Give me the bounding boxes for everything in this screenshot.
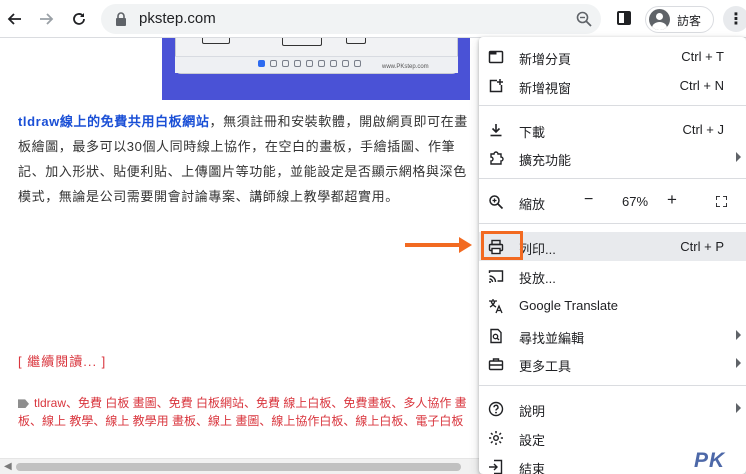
menu-item-downloads[interactable]: 下載 Ctrl + J (479, 115, 746, 144)
zoom-level: 67% (622, 194, 649, 209)
menu-item-label: 說明 (519, 404, 546, 419)
lock-icon[interactable] (113, 11, 129, 27)
annotation-arrow (405, 243, 463, 247)
thumbnail-shape (202, 38, 230, 44)
zoom-icon (489, 195, 504, 210)
menu-item-new-window[interactable]: 新增視窗 Ctrl + N (479, 71, 746, 100)
thumbnail-tool-icon (258, 60, 265, 67)
submenu-arrow-icon (736, 358, 741, 368)
menu-divider (479, 105, 746, 106)
pk-watermark-logo: PK (694, 449, 726, 472)
help-icon (488, 401, 504, 417)
reload-icon[interactable] (67, 7, 91, 31)
find-page-icon (490, 328, 502, 344)
menu-item-settings[interactable]: 設定 (479, 423, 746, 452)
menu-divider (479, 223, 746, 224)
menu-item-extensions[interactable]: 擴充功能 (479, 143, 746, 172)
thumbnail-watermark: www.PKstep.com (382, 64, 429, 70)
new-tab-icon (488, 50, 504, 64)
menu-item-shortcut: Ctrl + P (680, 239, 724, 254)
menu-item-label: 列印... (519, 242, 556, 257)
zoom-in-button[interactable]: + (667, 190, 677, 210)
cast-icon (488, 270, 504, 283)
submenu-arrow-icon (736, 152, 741, 162)
thumbnail-tool-icon (294, 60, 301, 67)
menu-item-label: Google Translate (519, 298, 619, 313)
article-paragraph: tldraw線上的免費共用白板網站，無須註冊和安裝軟體，開啟網頁即可在畫板繪圖，… (18, 109, 473, 209)
tag-line[interactable]: 板、線上 教學、線上 教學用 畫板、線上 畫圖、線上協作白板、線上白板、電子白板 (18, 412, 473, 430)
menu-divider (479, 385, 746, 386)
fullscreen-icon[interactable] (716, 196, 727, 207)
menu-item-label: 新增視窗 (519, 81, 572, 96)
thumbnail-tool-icon (306, 60, 313, 67)
exit-icon (489, 459, 503, 474)
new-window-icon (489, 79, 503, 93)
thumbnail-shape (346, 38, 366, 44)
menu-item-shortcut: Ctrl + T (681, 49, 724, 64)
url-text[interactable]: pkstep.com (139, 10, 216, 27)
menu-item-translate[interactable]: Google Translate (479, 291, 746, 320)
article-lead-link[interactable]: tldraw線上的免費共用白板網站 (18, 114, 209, 129)
menu-item-shortcut: Ctrl + J (682, 122, 724, 137)
thumbnail-tool-icon (330, 60, 337, 67)
address-bar[interactable]: pkstep.com (101, 4, 601, 34)
download-icon (490, 124, 502, 137)
translate-icon (489, 299, 503, 314)
menu-item-label: 新增分頁 (519, 52, 572, 67)
menu-item-label: 擴充功能 (519, 153, 572, 168)
more-menu-icon[interactable]: ⋮ (723, 6, 746, 32)
zoom-indicator-icon[interactable] (575, 10, 593, 28)
extension-puzzle-icon (490, 151, 504, 165)
read-more-link[interactable]: [ 繼續閱讀... ] (18, 351, 106, 370)
menu-item-label: 投放... (519, 271, 556, 286)
submenu-arrow-icon (736, 330, 741, 340)
menu-item-label: 尋找並編輯 (519, 331, 585, 346)
menu-item-shortcut: Ctrl + N (679, 78, 724, 93)
thumbnail-tool-icon (318, 60, 325, 67)
tag-list: tldraw、免費 白板 畫圖、免費 白板網站、免費 線上白板、免費畫板、多人協… (18, 394, 473, 430)
thumbnail-shape (282, 38, 322, 46)
menu-item-label: 縮放 (519, 197, 546, 212)
tag-icon (18, 399, 29, 409)
article-thumbnail: www.PKstep.com (162, 38, 470, 100)
menu-item-label: 更多工具 (519, 359, 572, 374)
menu-item-find-edit[interactable]: 尋找並編輯 (479, 321, 746, 350)
menu-item-label: 結束 (519, 462, 546, 474)
submenu-arrow-icon (736, 403, 741, 413)
side-panel-icon[interactable] (617, 11, 631, 25)
scrollbar-thumb[interactable] (16, 463, 461, 471)
tag-line[interactable]: tldraw、免費 白板 畫圖、免費 白板網站、免費 線上白板、免費畫板、多人協… (34, 396, 467, 410)
profile-name: 訪客 (677, 14, 702, 28)
forward-icon[interactable] (35, 7, 59, 31)
annotation-arrow-head (459, 237, 472, 253)
menu-item-label: 下載 (519, 125, 546, 140)
thumbnail-tool-icon (282, 60, 289, 67)
toolbox-icon (488, 358, 504, 371)
menu-item-new-tab[interactable]: 新增分頁 Ctrl + T (479, 42, 746, 71)
menu-item-zoom: 縮放 − 67% + (479, 187, 746, 216)
thumbnail-tool-icon (270, 60, 277, 67)
menu-divider (479, 178, 746, 179)
gear-icon (489, 431, 503, 445)
horizontal-scrollbar[interactable]: ◀ (0, 458, 480, 474)
menu-item-more-tools[interactable]: 更多工具 (479, 349, 746, 378)
scroll-left-icon[interactable]: ◀ (4, 461, 12, 472)
profile-button[interactable]: 訪客 (645, 6, 714, 33)
menu-item-help[interactable]: 說明 (479, 394, 746, 423)
thumbnail-tool-icon (354, 60, 361, 67)
print-icon-highlight (481, 231, 523, 260)
menu-item-label: 設定 (519, 433, 546, 448)
avatar (649, 9, 670, 30)
menu-item-cast[interactable]: 投放... (479, 261, 746, 290)
thumbnail-tool-icon (342, 60, 349, 67)
back-icon[interactable] (2, 7, 26, 31)
browser-toolbar: pkstep.com 訪客 ⋮ (0, 0, 746, 38)
zoom-out-button[interactable]: − (584, 191, 593, 209)
